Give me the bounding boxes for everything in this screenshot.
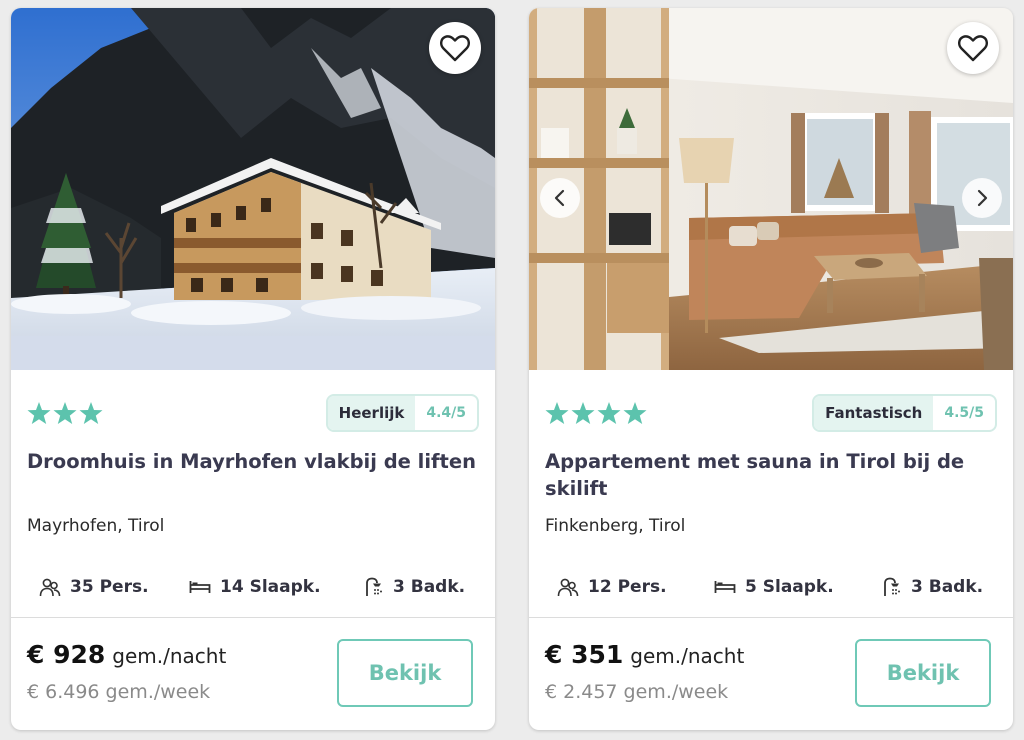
listing-facts: 12 Pers. 5 Slaapk. 3 Badk. <box>529 577 1013 603</box>
favorite-button[interactable] <box>429 22 481 74</box>
view-button[interactable]: Bekijk <box>337 639 473 707</box>
shower-icon <box>366 577 382 596</box>
listing-title[interactable]: Appartement met sauna in Tirol bij de sk… <box>545 448 997 502</box>
listing-location: Mayrhofen, Tirol <box>27 516 165 536</box>
listing-card[interactable]: Heerlijk 4.4/5 Droomhuis in Mayrhofen vl… <box>11 8 495 730</box>
bedrooms-count: 14 Slaapk. <box>220 577 321 597</box>
bed-icon <box>714 581 736 593</box>
star-icon <box>623 402 647 424</box>
review-score-badge: Heerlijk 4.4/5 <box>325 394 479 432</box>
price-per-night: € 928 gem./nacht <box>27 640 226 669</box>
heart-outline-icon <box>440 35 470 62</box>
star-rating <box>27 401 103 425</box>
star-icon <box>545 402 569 424</box>
review-word: Fantastisch <box>814 396 934 430</box>
chevron-right-icon <box>977 189 988 207</box>
star-icon <box>597 402 621 424</box>
divider <box>11 617 495 618</box>
price-per-night: € 351 gem./nacht <box>545 640 744 669</box>
review-score: 4.4/5 <box>426 405 466 421</box>
bedrooms-fact: 14 Slaapk. <box>189 577 321 597</box>
listing-photo-living-room[interactable] <box>529 8 1013 370</box>
listing-facts: 35 Pers. 14 Slaapk. 3 Badk. <box>11 577 495 603</box>
bathrooms-fact: 3 Badk. <box>882 577 983 597</box>
bathrooms-fact: 3 Badk. <box>364 577 465 597</box>
listing-title[interactable]: Droomhuis in Mayrhofen vlakbij de liften <box>27 448 479 475</box>
people-icon <box>39 578 61 597</box>
star-icon <box>27 402 51 424</box>
bedrooms-fact: 5 Slaapk. <box>714 577 834 597</box>
review-score: 4.5/5 <box>944 405 984 421</box>
star-icon <box>571 402 595 424</box>
price-per-week: € 2.457 gem./week <box>545 681 729 703</box>
review-score-badge: Fantastisch 4.5/5 <box>812 394 997 432</box>
persons-fact: 35 Pers. <box>39 577 149 597</box>
persons-fact: 12 Pers. <box>557 577 667 597</box>
view-button[interactable]: Bekijk <box>855 639 991 707</box>
bed-icon <box>189 581 211 593</box>
price-amount: € 928 <box>27 640 106 669</box>
divider <box>529 617 1013 618</box>
price-per-week: € 6.496 gem./week <box>27 681 211 703</box>
chevron-left-icon <box>554 189 565 207</box>
carousel-prev-button[interactable] <box>540 178 580 218</box>
people-icon <box>557 578 579 597</box>
review-word: Heerlijk <box>327 396 416 430</box>
bedrooms-count: 5 Slaapk. <box>745 577 834 597</box>
persons-count: 35 Pers. <box>70 577 149 597</box>
bathrooms-count: 3 Badk. <box>393 577 466 597</box>
listing-card[interactable]: Fantastisch 4.5/5 Appartement met sauna … <box>529 8 1013 730</box>
favorite-button[interactable] <box>947 22 999 74</box>
bathrooms-count: 3 Badk. <box>911 577 984 597</box>
carousel-next-button[interactable] <box>962 178 1002 218</box>
star-icon <box>79 402 103 424</box>
price-unit: gem./nacht <box>112 644 227 668</box>
listing-photo-chalet[interactable] <box>11 8 495 370</box>
persons-count: 12 Pers. <box>588 577 667 597</box>
price-unit: gem./nacht <box>630 644 745 668</box>
star-rating <box>545 401 647 425</box>
price-amount: € 351 <box>545 640 624 669</box>
heart-outline-icon <box>958 35 988 62</box>
listing-location: Finkenberg, Tirol <box>545 516 686 536</box>
star-icon <box>53 402 77 424</box>
shower-icon <box>884 577 900 596</box>
